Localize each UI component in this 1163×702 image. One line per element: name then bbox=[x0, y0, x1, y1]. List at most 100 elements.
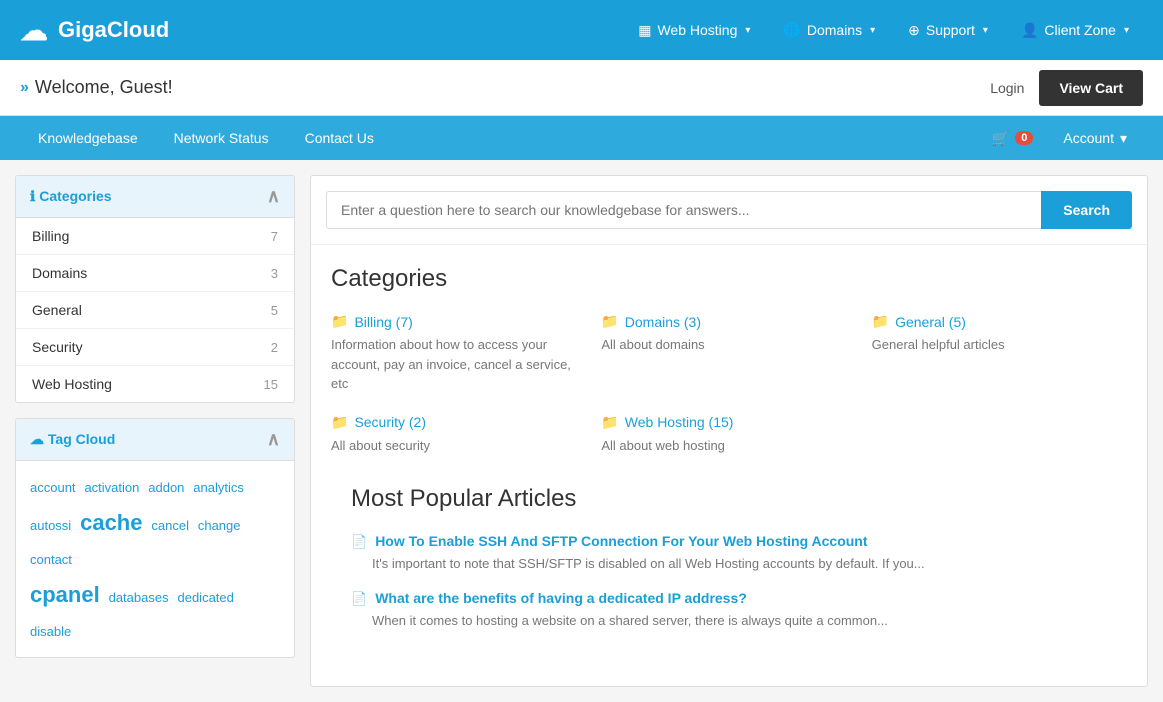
tag-change[interactable]: change bbox=[198, 518, 241, 533]
category-billing-link[interactable]: 📁 Billing (7) bbox=[331, 313, 586, 330]
logo[interactable]: ☁ GigaCloud bbox=[20, 14, 169, 47]
category-security-desc: All about security bbox=[331, 436, 586, 456]
article-ssh-sftp-link[interactable]: 📄 How To Enable SSH And SFTP Connection … bbox=[351, 533, 1107, 550]
category-domains: 📁 Domains (3) All about domains bbox=[601, 313, 856, 394]
sidebar-item-web-hosting[interactable]: Web Hosting 15 bbox=[16, 366, 294, 402]
tag-cloud-panel-header: ☁ Tag Cloud ∧ bbox=[16, 419, 294, 461]
logo-icon: ☁ bbox=[20, 14, 48, 47]
categories-panel: ℹ Categories ∧ Billing 7 Domains 3 Gener… bbox=[15, 175, 295, 403]
categories-title: Categories bbox=[331, 265, 1127, 293]
category-general-link[interactable]: 📁 General (5) bbox=[872, 313, 1127, 330]
article-icon: 📄 bbox=[351, 534, 367, 550]
nav-network-status[interactable]: Network Status bbox=[156, 118, 287, 158]
category-billing: 📁 Billing (7) Information about how to a… bbox=[331, 313, 586, 394]
general-count: 5 bbox=[271, 303, 278, 318]
category-general: 📁 General (5) General helpful articles bbox=[872, 313, 1127, 394]
billing-label: Billing bbox=[32, 228, 69, 244]
security-label: Security bbox=[32, 339, 83, 355]
chevron-down-icon: ▾ bbox=[745, 25, 750, 36]
category-web-hosting: 📁 Web Hosting (15) All about web hosting bbox=[601, 414, 856, 456]
collapse-icon[interactable]: ∧ bbox=[267, 429, 280, 450]
category-security-link[interactable]: 📁 Security (2) bbox=[331, 414, 586, 431]
popular-articles-section: Most Popular Articles 📄 How To Enable SS… bbox=[331, 485, 1127, 666]
brand-name: GigaCloud bbox=[58, 17, 169, 43]
search-bar: Search bbox=[311, 176, 1147, 245]
tag-cpanel[interactable]: cpanel bbox=[30, 582, 100, 607]
info-icon: ℹ bbox=[30, 188, 39, 204]
tag-activation[interactable]: activation bbox=[84, 480, 139, 495]
general-label: General bbox=[32, 302, 82, 318]
categories-list: Billing 7 Domains 3 General 5 Security 2… bbox=[16, 218, 294, 402]
category-web-hosting-desc: All about web hosting bbox=[601, 436, 856, 456]
category-billing-desc: Information about how to access your acc… bbox=[331, 335, 586, 394]
category-security: 📁 Security (2) All about security bbox=[331, 414, 586, 456]
category-domains-desc: All about domains bbox=[601, 335, 856, 355]
article-ssh-sftp: 📄 How To Enable SSH And SFTP Connection … bbox=[351, 533, 1107, 574]
domains-label: Domains bbox=[32, 265, 87, 281]
web-hosting-count: 15 bbox=[264, 377, 278, 392]
category-security-label: Security (2) bbox=[354, 414, 426, 430]
categories-panel-header: ℹ Categories ∧ bbox=[16, 176, 294, 218]
web-hosting-label: Web Hosting bbox=[32, 376, 112, 392]
sidebar-item-domains[interactable]: Domains 3 bbox=[16, 255, 294, 292]
main-content: ℹ Categories ∧ Billing 7 Domains 3 Gener… bbox=[0, 160, 1163, 702]
article-dedicated-ip-desc: When it comes to hosting a website on a … bbox=[351, 611, 1107, 631]
folder-icon: 📁 bbox=[601, 313, 618, 330]
article-dedicated-ip: 📄 What are the benefits of having a dedi… bbox=[351, 590, 1107, 631]
account-button[interactable]: Account ▾ bbox=[1047, 118, 1143, 159]
popular-articles-title: Most Popular Articles bbox=[351, 485, 1107, 513]
search-button[interactable]: Search bbox=[1041, 191, 1132, 229]
chevron-down-icon: ▾ bbox=[1124, 25, 1129, 36]
category-domains-label: Domains (3) bbox=[625, 314, 701, 330]
nav-web-hosting[interactable]: ▦ Web Hosting ▾ bbox=[624, 14, 764, 47]
top-nav-links: ▦ Web Hosting ▾ 🌐 Domains ▾ ⊕ Support ▾ … bbox=[624, 14, 1143, 47]
cloud-icon: ☁ bbox=[30, 431, 48, 447]
domains-count: 3 bbox=[271, 266, 278, 281]
tag-cloud-header-label: ☁ Tag Cloud bbox=[30, 431, 115, 448]
tag-autossi[interactable]: autossi bbox=[30, 518, 71, 533]
cart-count: 0 bbox=[1015, 131, 1033, 145]
web-hosting-icon: ▦ bbox=[638, 22, 651, 39]
article-dedicated-ip-title: What are the benefits of having a dedica… bbox=[375, 590, 747, 606]
category-general-label: General (5) bbox=[895, 314, 966, 330]
collapse-icon[interactable]: ∧ bbox=[267, 186, 280, 207]
nav-client-zone[interactable]: 👤 Client Zone ▾ bbox=[1007, 14, 1143, 47]
sidebar-item-general[interactable]: General 5 bbox=[16, 292, 294, 329]
categories-header-label: ℹ Categories bbox=[30, 188, 112, 205]
tag-disable[interactable]: disable bbox=[30, 624, 71, 639]
categories-grid: 📁 Billing (7) Information about how to a… bbox=[331, 313, 1127, 455]
secondary-nav-right: 🛒 0 Account ▾ bbox=[978, 118, 1143, 159]
login-link[interactable]: Login bbox=[990, 80, 1024, 96]
category-domains-link[interactable]: 📁 Domains (3) bbox=[601, 313, 856, 330]
nav-contact-us[interactable]: Contact Us bbox=[287, 118, 392, 158]
tag-analytics[interactable]: analytics bbox=[193, 480, 244, 495]
tag-cloud-content: account activation addon analytics autos… bbox=[16, 461, 294, 657]
sidebar-item-billing[interactable]: Billing 7 bbox=[16, 218, 294, 255]
cart-badge[interactable]: 🛒 0 bbox=[978, 122, 1048, 155]
article-dedicated-ip-link[interactable]: 📄 What are the benefits of having a dedi… bbox=[351, 590, 1107, 607]
nav-support[interactable]: ⊕ Support ▾ bbox=[894, 14, 1002, 47]
chevron-down-icon: ▾ bbox=[983, 25, 988, 36]
tag-cache[interactable]: cache bbox=[80, 510, 142, 535]
tag-account[interactable]: account bbox=[30, 480, 76, 495]
billing-count: 7 bbox=[271, 229, 278, 244]
nav-knowledgebase[interactable]: Knowledgebase bbox=[20, 118, 156, 158]
tag-cancel[interactable]: cancel bbox=[151, 518, 189, 533]
category-web-hosting-link[interactable]: 📁 Web Hosting (15) bbox=[601, 414, 856, 431]
categories-section: Categories 📁 Billing (7) Information abo… bbox=[311, 245, 1147, 686]
welcome-bar: » Welcome, Guest! Login View Cart bbox=[0, 60, 1163, 116]
search-input[interactable] bbox=[326, 191, 1041, 229]
welcome-message: Welcome, Guest! bbox=[35, 77, 990, 98]
account-label: Account bbox=[1063, 130, 1114, 146]
category-billing-label: Billing (7) bbox=[354, 314, 412, 330]
folder-icon: 📁 bbox=[601, 414, 618, 431]
tag-addon[interactable]: addon bbox=[148, 480, 184, 495]
view-cart-button[interactable]: View Cart bbox=[1039, 70, 1143, 106]
top-navigation: ☁ GigaCloud ▦ Web Hosting ▾ 🌐 Domains ▾ … bbox=[0, 0, 1163, 60]
folder-icon: 📁 bbox=[331, 313, 348, 330]
nav-domains[interactable]: 🌐 Domains ▾ bbox=[769, 14, 889, 47]
sidebar-item-security[interactable]: Security 2 bbox=[16, 329, 294, 366]
tag-contact[interactable]: contact bbox=[30, 552, 72, 567]
article-icon: 📄 bbox=[351, 591, 367, 607]
welcome-arrows: » bbox=[20, 79, 29, 97]
